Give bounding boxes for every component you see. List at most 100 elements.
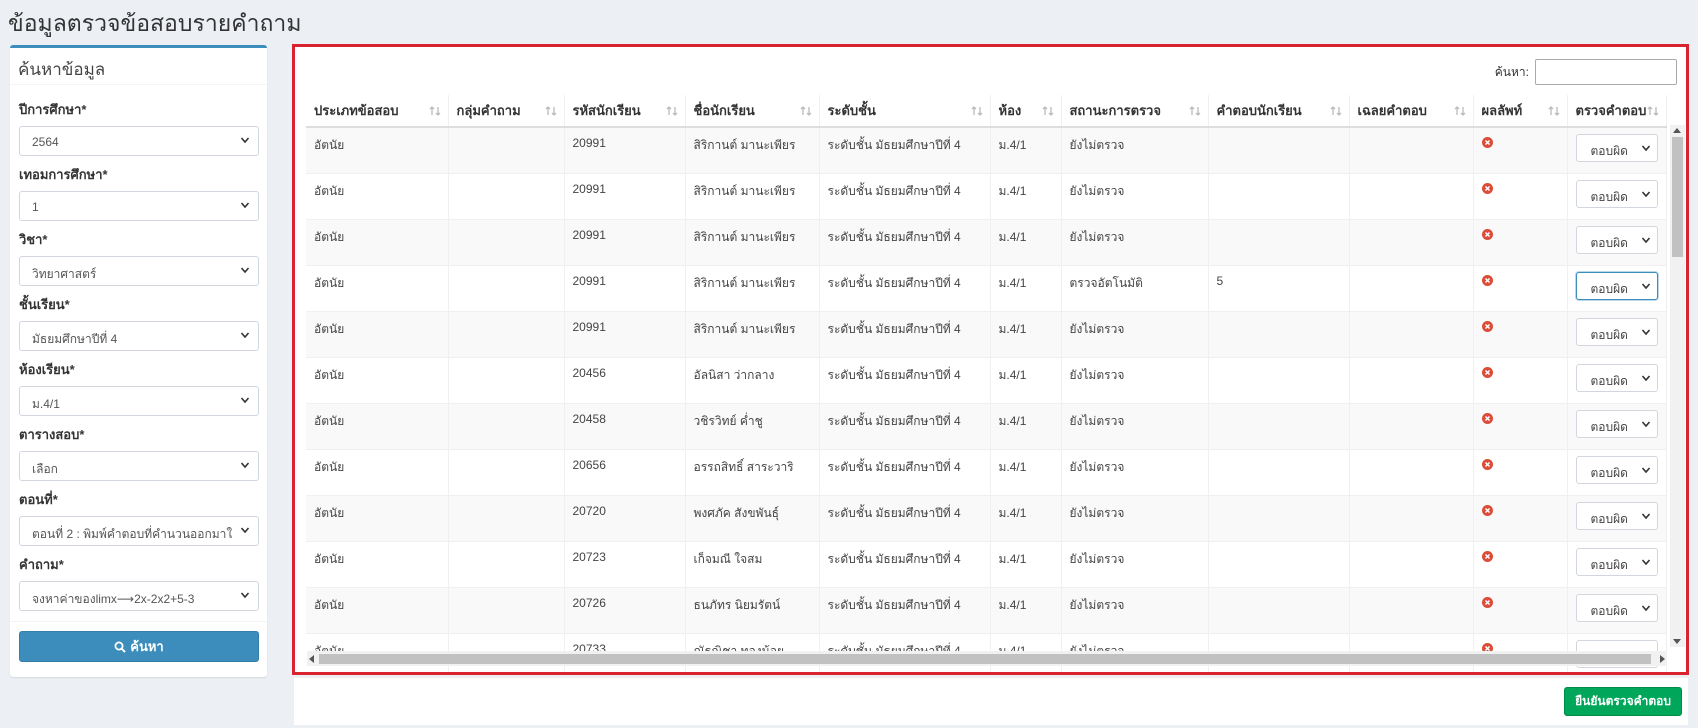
chevron-down-icon <box>240 202 250 209</box>
cell-key <box>1349 264 1474 311</box>
wrong-icon <box>1481 596 1493 608</box>
cell-status: ยังไม่ตรวจ <box>1061 448 1209 495</box>
sort-icon[interactable] <box>1454 105 1466 117</box>
cell-answer: 5 <box>1208 264 1350 311</box>
search-button-label: ค้นหา <box>130 639 164 654</box>
field-term: เทอมการศึกษา* 1 <box>19 164 259 221</box>
check-answer-select[interactable]: ตอบผิด <box>1575 455 1658 484</box>
cell-name: สิริกานต์ มานะเพียร <box>685 310 820 357</box>
cell-group <box>448 402 565 449</box>
column-header[interactable]: รหัสนักเรียน <box>564 95 686 128</box>
question-select[interactable]: จงหาค่าของlimx⟶2x-2x2+5-3 <box>19 581 259 611</box>
column-header[interactable]: สถานะการตรวจ <box>1061 95 1209 128</box>
scroll-up-icon[interactable] <box>1673 128 1681 133</box>
sort-icon[interactable] <box>545 105 557 117</box>
classroom-select[interactable]: ม.4/1 <box>19 386 259 416</box>
cell-result <box>1473 126 1568 173</box>
cell-result <box>1473 218 1568 265</box>
classroom-value: ม.4/1 <box>32 397 60 411</box>
wrong-icon <box>1481 228 1493 240</box>
cell-status: ยังไม่ตรวจ <box>1061 126 1209 173</box>
cell-id: 20991 <box>564 126 686 173</box>
cell-status: ยังไม่ตรวจ <box>1061 586 1209 633</box>
academic-year-select[interactable]: 2564 <box>19 126 259 156</box>
check-answer-select[interactable]: ตอบผิด <box>1575 225 1658 254</box>
cell-group <box>448 586 565 633</box>
column-header[interactable]: ผลลัพท์ <box>1473 95 1568 128</box>
check-answer-select[interactable]: ตอบผิด <box>1575 501 1658 530</box>
cell-status: ยังไม่ตรวจ <box>1061 494 1209 541</box>
vertical-scroll-thumb[interactable] <box>1672 137 1683 257</box>
academic-year-value: 2564 <box>32 135 59 149</box>
vertical-scrollbar[interactable] <box>1670 125 1685 647</box>
scroll-left-icon[interactable] <box>309 655 314 663</box>
sort-icon[interactable] <box>1189 105 1201 117</box>
cell-answer <box>1208 540 1350 587</box>
field-subject: วิชา* วิทยาศาสตร์ <box>19 229 259 286</box>
check-answer-value: ตอบผิด <box>1590 144 1628 158</box>
check-answer-select[interactable]: ตอบผิด <box>1575 363 1658 392</box>
wrong-icon <box>1481 550 1493 562</box>
exam-schedule-select[interactable]: เลือก <box>19 451 259 481</box>
column-header[interactable]: ระดับชั้น <box>819 95 991 128</box>
check-answer-select[interactable]: ตอบผิด <box>1575 271 1658 300</box>
sort-icon[interactable] <box>971 105 983 117</box>
sort-icon[interactable] <box>1548 105 1560 117</box>
term-select[interactable]: 1 <box>19 191 259 221</box>
cell-check: ตอบผิด <box>1567 218 1667 265</box>
cell-level: ระดับชั้น มัธยมศึกษาปีที่ 4 <box>819 310 991 357</box>
column-header[interactable]: คำตอบนักเรียน <box>1208 95 1350 128</box>
cell-check: ตอบผิด <box>1567 586 1667 633</box>
chevron-down-icon <box>1641 145 1650 152</box>
cell-result <box>1473 356 1568 403</box>
cell-key <box>1349 540 1474 587</box>
check-answer-value: ตอบผิด <box>1590 603 1628 618</box>
sort-icon[interactable] <box>800 105 812 117</box>
check-answer-select[interactable]: ตอบผิด <box>1575 317 1658 346</box>
check-answer-value: ตอบผิด <box>1590 235 1628 250</box>
section-select[interactable]: ตอนที่ 2 : พิมพ์คำตอบที่คำนวนออกมาใ <box>19 516 259 546</box>
subject-value: วิทยาศาสตร์ <box>32 267 97 281</box>
column-header[interactable]: ห้อง <box>990 95 1062 128</box>
question-value: จงหาค่าของlimx⟶2x-2x2+5-3 <box>32 592 195 606</box>
cell-answer <box>1208 126 1350 173</box>
table-row: อัตนัย 20991 สิริกานต์ มานะเพียร ระดับชั้น … <box>306 310 1667 357</box>
search-button[interactable]: ค้นหา <box>19 631 259 662</box>
cell-id: 20456 <box>564 356 686 403</box>
check-answer-select[interactable]: ตอบผิด <box>1575 547 1658 576</box>
sort-icon[interactable] <box>429 105 441 117</box>
grade-select[interactable]: มัธยมศึกษาปีที่ 4 <box>19 321 259 351</box>
column-header[interactable]: ชื่อนักเรียน <box>685 95 820 128</box>
scroll-right-icon[interactable] <box>1660 655 1665 663</box>
column-header[interactable]: ตรวจคำตอบ <box>1567 95 1667 128</box>
filter-input[interactable] <box>1535 59 1677 85</box>
check-answer-select[interactable]: ตอบผิด <box>1575 134 1658 162</box>
column-header-label: ผลลัพท์ <box>1481 103 1523 118</box>
check-answer-select[interactable]: ตอบผิด <box>1575 179 1658 208</box>
sort-icon[interactable] <box>1330 105 1342 117</box>
table-row: อัตนัย 20456 อัลนิสา ว่ากลาง ระดับชั้น มัธย… <box>306 356 1667 403</box>
check-answer-value: ตอบผิด <box>1590 281 1628 296</box>
sort-icon[interactable] <box>1647 105 1659 117</box>
table-row: อัตนัย 20458 วชิรวิทย์ ค่ำชู ระดับชั้น มัธย… <box>306 402 1667 449</box>
confirm-check-button[interactable]: ยืนยันตรวจคำตอบ <box>1564 687 1682 716</box>
column-header[interactable]: กลุ่มคำถาม <box>448 95 565 128</box>
horizontal-scroll-thumb[interactable] <box>319 654 1651 664</box>
check-answer-select[interactable]: ตอบผิด <box>1575 409 1658 438</box>
cell-key <box>1349 310 1474 357</box>
subject-select[interactable]: วิทยาศาสตร์ <box>19 256 259 286</box>
sort-icon[interactable] <box>666 105 678 117</box>
scroll-down-icon[interactable] <box>1673 639 1681 644</box>
table-row: อัตนัย 20720 พงศภัค สังขพันธุ์ ระดับชั้น มั… <box>306 494 1667 541</box>
cell-level: ระดับชั้น มัธยมศึกษาปีที่ 4 <box>819 172 991 219</box>
chevron-down-icon <box>1641 512 1650 519</box>
check-answer-select[interactable]: ตอบผิด <box>1575 593 1658 622</box>
cell-result <box>1473 172 1568 219</box>
sort-icon[interactable] <box>1042 105 1054 117</box>
cell-room: ม.4/1 <box>990 126 1062 173</box>
cell-level: ระดับชั้น มัธยมศึกษาปีที่ 4 <box>819 264 991 311</box>
column-header[interactable]: ประเภทข้อสอบ <box>306 95 449 128</box>
horizontal-scrollbar[interactable] <box>307 651 1667 666</box>
cell-status: ยังไม่ตรวจ <box>1061 540 1209 587</box>
column-header[interactable]: เฉลยคำตอบ <box>1349 95 1474 128</box>
